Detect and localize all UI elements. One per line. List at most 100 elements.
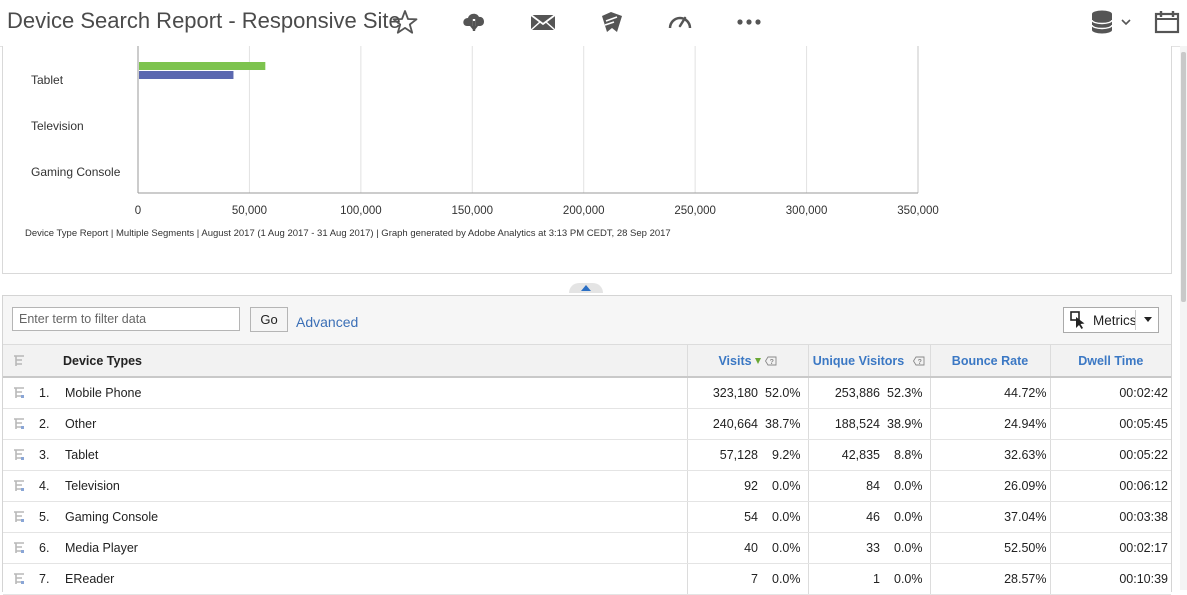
row-device-name[interactable]: Television <box>61 470 687 502</box>
row-visits: 92 <box>686 470 758 502</box>
dashboard-gauge-icon[interactable] <box>666 8 694 36</box>
row-visits: 323,180 <box>686 377 758 409</box>
row-bounce-rate: 37.04% <box>929 501 1050 533</box>
cursor-select-icon <box>1070 311 1085 329</box>
row-rank: 5. <box>39 510 50 525</box>
dimension-header[interactable]: Device Types <box>61 344 687 378</box>
row-tree-cell: 2. <box>3 408 61 440</box>
row-device-name[interactable]: Other <box>61 408 687 440</box>
row-bounce-rate: 44.72% <box>929 377 1050 409</box>
visits-header-label[interactable]: Visits <box>718 354 751 368</box>
advanced-link[interactable]: Advanced <box>296 314 358 330</box>
panel-collapse-toggle[interactable] <box>569 283 603 293</box>
row-unique-visitors-pct: 52.3% <box>880 377 930 409</box>
table-row[interactable]: 3. Tablet 57,128 9.2% 42,835 8.8% 32.63% 00:05:… <box>3 439 1171 471</box>
sort-desc-icon[interactable] <box>754 358 761 365</box>
collapse-up-icon <box>581 285 591 291</box>
row-bounce-rate: 24.94% <box>929 408 1050 440</box>
report-table-panel: Go Advanced Metrics Device Types Visits? <box>2 295 1172 595</box>
row-unique-visitors: 42,835 <box>807 439 880 471</box>
metrics-dropdown-icon[interactable] <box>1144 317 1152 322</box>
metrics-button[interactable]: Metrics <box>1063 307 1159 333</box>
table-row[interactable]: 5. Gaming Console 54 0.0% 46 0.0% 37.04% 00:03:… <box>3 501 1171 533</box>
breakdown-icon[interactable] <box>13 480 25 493</box>
table-row[interactable]: 4. Television 92 0.0% 84 0.0% 26.09% 00:06:12 <box>3 470 1171 502</box>
star-icon[interactable] <box>391 8 419 36</box>
row-unique-visitors: 188,524 <box>807 408 880 440</box>
row-visits-pct: 52.0% <box>758 377 808 409</box>
go-button[interactable]: Go <box>250 307 288 332</box>
chart-tick-label: 350,000 <box>897 205 939 217</box>
row-unique-visitors-pct: 8.8% <box>880 439 930 471</box>
table-header-row: Device Types Visits? Unique Visitors? Bo… <box>3 344 1171 378</box>
row-tree-cell: 3. <box>3 439 61 471</box>
svg-text:?: ? <box>918 359 922 366</box>
chart-tick-label: 200,000 <box>563 205 605 217</box>
header-tree-cell <box>3 344 61 378</box>
email-icon[interactable] <box>529 8 557 36</box>
chart-panel: Tablet Television Gaming Console 0 50,000 100… <box>2 46 1172 274</box>
row-visits: 240,664 <box>686 408 758 440</box>
row-rank: 7. <box>39 572 50 587</box>
breakdown-icon[interactable] <box>13 573 25 586</box>
row-rank: 3. <box>39 448 50 463</box>
row-dwell-time: 00:03:38 <box>1049 501 1171 533</box>
row-visits: 57,128 <box>686 439 758 471</box>
chart-tick-label: 300,000 <box>786 205 828 217</box>
help-icon[interactable]: ? <box>764 356 777 366</box>
breakdown-icon[interactable] <box>13 542 25 555</box>
table-toolbar: Go Advanced Metrics <box>3 296 1171 344</box>
vertical-scrollbar[interactable] <box>1180 46 1187 590</box>
row-unique-visitors: 84 <box>807 470 880 502</box>
row-dwell-time: 00:02:17 <box>1049 532 1171 564</box>
row-dwell-time: 00:06:12 <box>1049 470 1171 502</box>
chart-bar <box>139 71 234 79</box>
row-rank: 2. <box>39 417 50 432</box>
more-icon[interactable] <box>735 8 763 36</box>
unique-visitors-header[interactable]: Unique Visitors? <box>807 344 930 378</box>
row-tree-cell: 4. <box>3 470 61 502</box>
row-bounce-rate: 52.50% <box>929 532 1050 564</box>
row-unique-visitors-pct: 0.0% <box>880 470 930 502</box>
visits-header[interactable]: Visits? <box>686 344 808 378</box>
row-tree-cell: 1. <box>3 377 61 409</box>
chart-tick-label: 100,000 <box>340 205 382 217</box>
row-tree-cell: 5. <box>3 501 61 533</box>
bookmark-edit-icon[interactable] <box>597 8 625 36</box>
chart-tick-label: 50,000 <box>232 205 267 217</box>
row-device-name[interactable]: Tablet <box>61 439 687 471</box>
filter-input[interactable] <box>12 307 240 331</box>
chevron-down-icon[interactable] <box>1116 8 1136 36</box>
row-device-name[interactable]: Gaming Console <box>61 501 687 533</box>
cloud-download-icon[interactable] <box>460 8 488 36</box>
bounce-rate-header[interactable]: Bounce Rate <box>929 344 1050 378</box>
row-visits-pct: 0.0% <box>758 470 808 502</box>
table-row[interactable]: 1. Mobile Phone 323,180 52.0% 253,886 52.3% 44… <box>3 377 1171 409</box>
breakdown-icon[interactable] <box>13 418 25 431</box>
breakdown-icon[interactable] <box>13 511 25 524</box>
row-unique-visitors-pct: 38.9% <box>880 408 930 440</box>
dwell-time-header[interactable]: Dwell Time <box>1049 344 1171 378</box>
table-row[interactable]: 6. Media Player 40 0.0% 33 0.0% 52.50% 00:02:17 <box>3 532 1171 564</box>
row-visits: 40 <box>686 532 758 564</box>
database-icon[interactable] <box>1088 8 1116 36</box>
row-unique-visitors: 46 <box>807 501 880 533</box>
chart-tick-label: 0 <box>135 205 141 217</box>
row-unique-visitors: 33 <box>807 532 880 564</box>
unique-visitors-header-label[interactable]: Unique Visitors <box>813 354 904 368</box>
row-device-name[interactable]: Media Player <box>61 532 687 564</box>
row-visits-pct: 38.7% <box>758 408 808 440</box>
calendar-icon[interactable] <box>1153 8 1181 36</box>
metrics-label: Metrics <box>1093 312 1137 328</box>
row-device-name[interactable]: Mobile Phone <box>61 377 687 409</box>
metrics-divider <box>1135 310 1136 330</box>
table-row[interactable]: 2. Other 240,664 38.7% 188,524 38.9% 24.94% 00:… <box>3 408 1171 440</box>
row-bounce-rate: 32.63% <box>929 439 1050 471</box>
chart-footer-text: Device Type Report | Multiple Segments |… <box>25 228 671 239</box>
help-icon[interactable]: ? <box>913 356 925 366</box>
row-dwell-time: 00:05:22 <box>1049 439 1171 471</box>
breakdown-icon[interactable] <box>13 387 25 400</box>
row-tree-cell: 6. <box>3 532 61 564</box>
breakdown-icon[interactable] <box>13 449 25 462</box>
scrollbar-thumb[interactable] <box>1181 52 1186 302</box>
